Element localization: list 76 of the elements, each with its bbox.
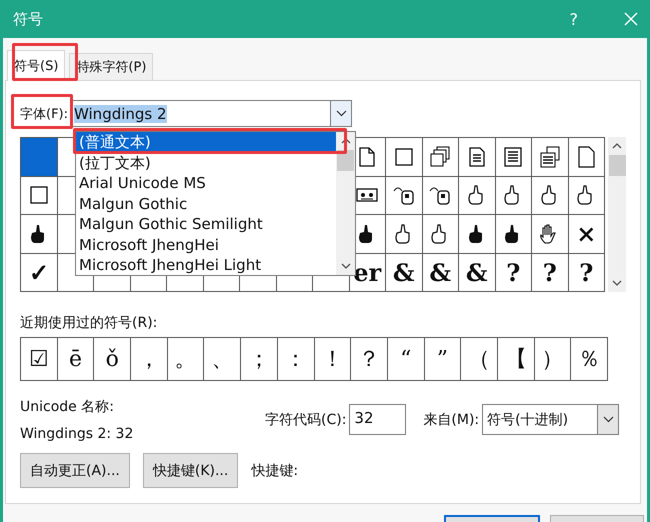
scroll-down-icon[interactable] xyxy=(612,280,622,286)
symbol-cell[interactable]: ? xyxy=(496,254,532,292)
symbol-cell[interactable] xyxy=(459,215,496,254)
symbol-cell[interactable] xyxy=(496,176,532,215)
recent-symbol-cell[interactable]: （ xyxy=(461,338,498,380)
symbol-cell[interactable] xyxy=(386,176,422,215)
dialog-button[interactable]: 快捷键(K)... xyxy=(142,453,238,488)
char-code-field[interactable]: 32 xyxy=(349,404,406,435)
from-label: 来自(M): xyxy=(423,410,480,428)
close-icon[interactable] xyxy=(624,12,638,26)
symbol-cell[interactable]: & xyxy=(459,254,496,292)
symbol-cell[interactable] xyxy=(386,138,422,176)
recent-symbols-label: 近期使用过的符号(R): xyxy=(20,314,158,332)
dropdown-item[interactable]: Microsoft JhengHei xyxy=(76,234,336,255)
recent-symbol-cell[interactable]: ？ xyxy=(351,338,388,380)
symbol-cell[interactable] xyxy=(496,138,532,176)
symbol-cell[interactable] xyxy=(496,215,532,254)
recent-symbol-cell[interactable]: ； xyxy=(241,338,278,380)
symbol-cell[interactable] xyxy=(422,138,459,176)
stacked-documents-icon xyxy=(538,144,562,169)
scroll-up-icon[interactable] xyxy=(612,143,622,149)
recent-symbol-cell[interactable]: ！ xyxy=(314,338,352,380)
symbol-cell[interactable]: & xyxy=(386,254,422,292)
symbol-cell[interactable] xyxy=(459,138,496,176)
caret-icon xyxy=(602,416,614,423)
symbol-cell[interactable] xyxy=(568,176,605,215)
symbol-cell[interactable] xyxy=(532,176,568,215)
recent-symbol-cell[interactable]: ） xyxy=(534,338,572,380)
recent-symbol-cell[interactable]: ☑ xyxy=(21,338,58,380)
dropdown-item[interactable]: Malgun Gothic xyxy=(76,194,336,214)
dropdown-item[interactable]: Arial Unicode MS xyxy=(76,173,336,194)
char-code-label: 字符代码(C): xyxy=(265,410,346,428)
recent-symbol-cell[interactable]: ē xyxy=(58,338,94,380)
dropdown-item[interactable]: (拉丁文本) xyxy=(76,152,336,173)
symbol-cell[interactable] xyxy=(422,215,459,254)
scroll-down-icon[interactable] xyxy=(340,263,350,269)
symbol-cell[interactable] xyxy=(568,138,605,176)
dropdown-item[interactable]: Microsoft JhengHei Light xyxy=(76,255,336,276)
symbol-cell[interactable] xyxy=(422,176,459,215)
font-label: 字体(F): xyxy=(20,106,68,122)
unicode-name-label: Unicode 名称: xyxy=(20,398,115,416)
symbol-cell[interactable]: ? xyxy=(532,254,568,292)
caret-icon xyxy=(336,110,347,117)
dialog-button[interactable]: 自动更正(A)... xyxy=(20,453,130,488)
symbol-cell[interactable] xyxy=(532,215,568,254)
font-combobox[interactable]: Wingdings 2 xyxy=(71,100,352,127)
recent-symbol-cell[interactable]: 。 xyxy=(168,338,204,380)
recent-symbol-cell[interactable]: ” xyxy=(424,338,462,380)
scroll-thumb[interactable] xyxy=(608,155,626,176)
stacked-squares-icon xyxy=(428,144,452,169)
recent-symbol-cell[interactable]: ǒ xyxy=(94,338,132,380)
recent-symbol-cell[interactable]: 、 xyxy=(204,338,242,380)
symbol-cell[interactable]: & xyxy=(422,254,459,292)
symbol-cell[interactable] xyxy=(21,215,58,254)
symbol-cell[interactable]: ? xyxy=(568,254,605,292)
dropdown-item[interactable]: (普通文本) xyxy=(76,132,336,152)
highlight-frame xyxy=(12,43,78,81)
recent-symbol-cell[interactable]: ％ xyxy=(571,338,608,380)
symbol-cell[interactable] xyxy=(532,138,568,176)
recent-symbol-cell[interactable]: ， xyxy=(131,338,168,380)
symbol-cell[interactable] xyxy=(459,176,496,215)
shortcut-label: 快捷键: xyxy=(251,462,298,480)
symbol-cell[interactable]: ✓ xyxy=(21,254,58,292)
recent-symbol-cell[interactable]: “ xyxy=(388,338,425,380)
symbol-cell[interactable] xyxy=(21,138,58,176)
recent-symbol-cell[interactable]: 【 xyxy=(498,338,535,380)
symbol-cell[interactable] xyxy=(386,215,422,254)
symbol-cell[interactable] xyxy=(21,176,58,215)
scroll-up-icon[interactable] xyxy=(340,138,350,144)
from-select[interactable]: 符号(十进制) xyxy=(482,404,620,435)
symbol-cell[interactable]: × xyxy=(568,215,605,254)
unicode-name-value: Wingdings 2: 32 xyxy=(20,426,134,442)
window-title: 符号 xyxy=(13,10,44,28)
recent-symbol-cell[interactable]: ： xyxy=(278,338,314,380)
dropdown-item[interactable]: Malgun Gothic Semilight xyxy=(76,214,336,234)
scroll-thumb[interactable] xyxy=(337,150,354,171)
